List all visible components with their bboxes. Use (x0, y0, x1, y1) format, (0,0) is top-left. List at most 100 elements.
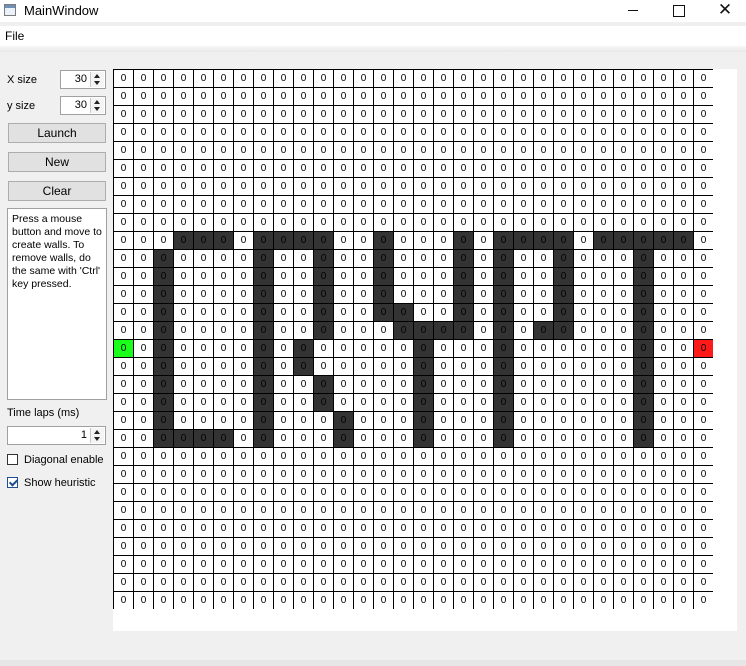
grid-cell[interactable]: 0 (474, 556, 493, 573)
grid-cell[interactable]: 0 (314, 412, 333, 429)
grid-cell[interactable]: 0 (494, 70, 513, 87)
grid-cell[interactable]: 0 (594, 88, 613, 105)
grid-cell[interactable]: 0 (434, 214, 453, 231)
grid-cell[interactable]: 0 (574, 556, 593, 573)
grid-cell[interactable]: 0 (254, 448, 273, 465)
wall-cell[interactable]: 0 (554, 286, 573, 303)
wall-cell[interactable]: 0 (154, 412, 173, 429)
grid-cell[interactable]: 0 (314, 340, 333, 357)
grid-cell[interactable]: 0 (574, 196, 593, 213)
grid-cell[interactable]: 0 (214, 88, 233, 105)
grid-cell[interactable]: 0 (194, 304, 213, 321)
grid-cell[interactable]: 0 (634, 502, 653, 519)
grid-cell[interactable]: 0 (314, 196, 333, 213)
grid-cell[interactable]: 0 (514, 124, 533, 141)
grid-cell[interactable]: 0 (694, 214, 713, 231)
grid-cell[interactable]: 0 (194, 520, 213, 537)
grid-cell[interactable]: 0 (254, 538, 273, 555)
wall-cell[interactable]: 0 (414, 412, 433, 429)
wall-cell[interactable]: 0 (634, 250, 653, 267)
grid-cell[interactable]: 0 (274, 124, 293, 141)
grid-cell[interactable]: 0 (294, 286, 313, 303)
diagonal-checkbox[interactable] (7, 454, 18, 465)
wall-cell[interactable]: 0 (494, 232, 513, 249)
wall-cell[interactable]: 0 (214, 232, 233, 249)
maximize-button[interactable] (656, 0, 702, 22)
grid-cell[interactable]: 0 (114, 88, 133, 105)
grid-cell[interactable]: 0 (294, 160, 313, 177)
grid-cell[interactable]: 0 (694, 394, 713, 411)
grid-cell[interactable]: 0 (454, 502, 473, 519)
grid-cell[interactable]: 0 (514, 376, 533, 393)
grid-cell[interactable]: 0 (274, 196, 293, 213)
grid-cell[interactable]: 0 (174, 142, 193, 159)
grid-cell[interactable]: 0 (574, 430, 593, 447)
grid-cell[interactable]: 0 (294, 124, 313, 141)
grid-cell[interactable]: 0 (114, 484, 133, 501)
wall-cell[interactable]: 0 (554, 250, 573, 267)
grid-cell[interactable]: 0 (514, 70, 533, 87)
grid-cell[interactable]: 0 (574, 286, 593, 303)
grid-cell[interactable]: 0 (594, 196, 613, 213)
grid-cell[interactable]: 0 (414, 268, 433, 285)
grid-cell[interactable]: 0 (134, 88, 153, 105)
grid-cell[interactable]: 0 (154, 448, 173, 465)
grid-cell[interactable]: 0 (574, 484, 593, 501)
grid-cell[interactable]: 0 (614, 214, 633, 231)
grid-cell[interactable]: 0 (374, 106, 393, 123)
grid-cell[interactable]: 0 (254, 502, 273, 519)
grid-cell[interactable]: 0 (594, 484, 613, 501)
grid-cell[interactable]: 0 (134, 430, 153, 447)
wall-cell[interactable]: 0 (494, 376, 513, 393)
grid-cell[interactable]: 0 (374, 70, 393, 87)
grid-cell[interactable]: 0 (314, 466, 333, 483)
grid-cell[interactable]: 0 (434, 556, 453, 573)
grid-cell[interactable]: 0 (414, 70, 433, 87)
grid-cell[interactable]: 0 (274, 394, 293, 411)
grid-cell[interactable]: 0 (174, 214, 193, 231)
wall-cell[interactable]: 0 (454, 322, 473, 339)
grid-cell[interactable]: 0 (594, 106, 613, 123)
grid-cell[interactable]: 0 (174, 394, 193, 411)
grid-cell[interactable]: 0 (334, 70, 353, 87)
grid-cell[interactable]: 0 (614, 250, 633, 267)
grid-cell[interactable]: 0 (654, 160, 673, 177)
minimize-button[interactable] (610, 0, 656, 22)
grid-cell[interactable]: 0 (414, 178, 433, 195)
grid-cell[interactable]: 0 (414, 286, 433, 303)
grid-cell[interactable]: 0 (514, 340, 533, 357)
grid-cell[interactable]: 0 (454, 214, 473, 231)
grid-cell[interactable]: 0 (694, 196, 713, 213)
grid-cell[interactable]: 0 (554, 340, 573, 357)
grid-cell[interactable]: 0 (614, 124, 633, 141)
grid-cell[interactable]: 0 (474, 88, 493, 105)
grid-cell[interactable]: 0 (314, 484, 333, 501)
wall-cell[interactable]: 0 (314, 304, 333, 321)
grid-cell[interactable]: 0 (114, 520, 133, 537)
grid-cell[interactable]: 0 (634, 214, 653, 231)
grid-cell[interactable]: 0 (354, 88, 373, 105)
grid-cell[interactable]: 0 (334, 556, 353, 573)
grid-cell[interactable]: 0 (214, 448, 233, 465)
grid-cell[interactable]: 0 (234, 160, 253, 177)
grid-cell[interactable]: 0 (374, 574, 393, 591)
grid-cell[interactable]: 0 (134, 322, 153, 339)
grid-cell[interactable]: 0 (354, 232, 373, 249)
grid-cell[interactable]: 0 (134, 466, 153, 483)
grid-cell[interactable]: 0 (414, 142, 433, 159)
wall-cell[interactable]: 0 (254, 286, 273, 303)
grid-cell[interactable]: 0 (654, 88, 673, 105)
grid-cell[interactable]: 0 (214, 574, 233, 591)
wall-cell[interactable]: 0 (634, 268, 653, 285)
grid-cell[interactable]: 0 (554, 466, 573, 483)
grid-cell[interactable]: 0 (614, 268, 633, 285)
grid-cell[interactable]: 0 (414, 106, 433, 123)
grid-cell[interactable]: 0 (314, 574, 333, 591)
grid-cell[interactable]: 0 (274, 538, 293, 555)
grid-cell[interactable]: 0 (174, 538, 193, 555)
grid-cell[interactable]: 0 (194, 394, 213, 411)
grid-cell[interactable]: 0 (674, 88, 693, 105)
grid-cell[interactable]: 0 (294, 466, 313, 483)
clear-button[interactable]: Clear (8, 181, 106, 201)
grid-cell[interactable]: 0 (574, 574, 593, 591)
